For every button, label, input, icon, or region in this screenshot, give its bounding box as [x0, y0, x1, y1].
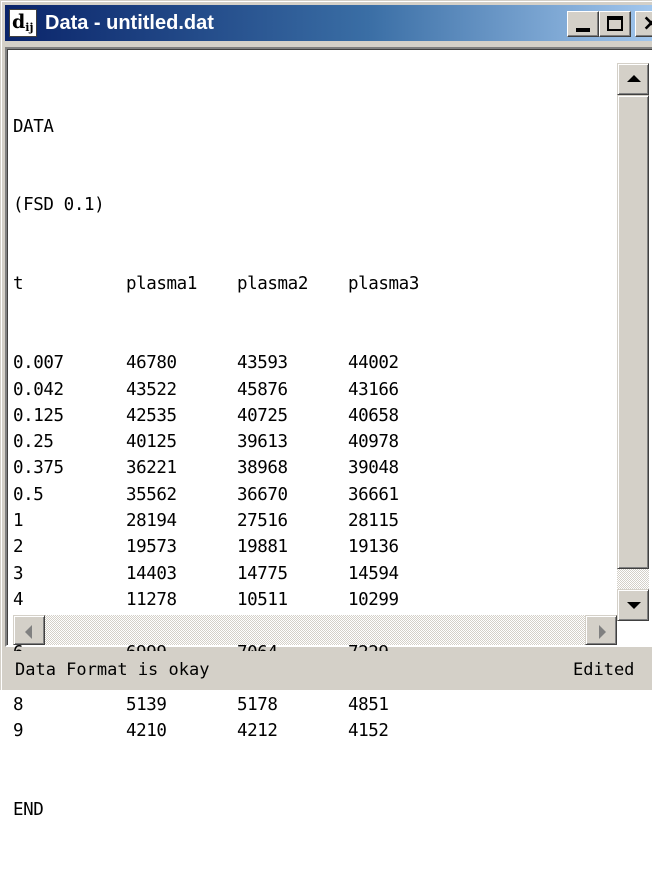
data-text-area[interactable]: DATA (FSD 0.1) t plasma1 plasma2 plasma3…: [5, 47, 652, 821]
maximize-button[interactable]: [599, 11, 631, 37]
status-bar: Data Format is okay Edited: [5, 651, 652, 689]
data-cell: 0.007: [13, 353, 64, 374]
data-cell: 0.375: [13, 458, 64, 479]
data-cell: 38968: [237, 458, 288, 479]
footer-line-end: END: [13, 800, 44, 821]
maximize-icon: [607, 16, 623, 31]
data-cell: 4152: [348, 721, 389, 742]
data-cell: 40658: [348, 405, 399, 426]
column-header-row: t plasma1 plasma2 plasma3: [13, 271, 613, 297]
data-row: 0.25 40125 39613 40978: [13, 429, 613, 455]
data-cell: 40978: [348, 432, 399, 453]
data-cell: 40725: [237, 405, 288, 426]
data-cell: 8: [13, 695, 24, 716]
data-cell: 36670: [237, 484, 288, 505]
data-window: dij Data - untitled.dat × DATA (FSD 0.1)…: [0, 0, 652, 821]
data-cell: 4851: [348, 695, 389, 716]
data-cell: 11278: [126, 589, 177, 610]
data-cell: 2: [13, 537, 24, 558]
minimize-icon: [576, 28, 590, 32]
data-cell: 43593: [237, 353, 288, 374]
data-cell: 14594: [348, 563, 399, 584]
data-cell: 44002: [348, 353, 399, 374]
data-cell: 36661: [348, 484, 399, 505]
scroll-down-button[interactable]: [617, 589, 649, 621]
data-cell: 14775: [237, 563, 288, 584]
data-cell: 39613: [237, 432, 288, 453]
column-header: plasma1: [126, 274, 197, 295]
data-cell: 10299: [348, 589, 399, 610]
data-cell: 3: [13, 563, 24, 584]
scroll-up-button[interactable]: [617, 63, 649, 95]
data-cell: 35562: [126, 484, 177, 505]
data-cell: 0.25: [13, 432, 54, 453]
data-cell: 4210: [126, 721, 167, 742]
data-row: 0.007 46780 43593 44002: [13, 350, 613, 376]
data-cell: 45876: [237, 379, 288, 400]
data-row: 8 5139 5178 4851: [13, 692, 613, 718]
data-cell: 43166: [348, 379, 399, 400]
data-cell: 43522: [126, 379, 177, 400]
vertical-scroll-thumb[interactable]: [617, 95, 649, 569]
data-row: 0.5 35562 36670 36661: [13, 482, 613, 508]
data-row: 0.042 43522 45876 43166: [13, 377, 613, 403]
data-cell: 40125: [126, 432, 177, 453]
window-title: Data - untitled.dat: [45, 12, 214, 34]
title-bar[interactable]: dij Data - untitled.dat ×: [5, 5, 652, 41]
data-cell: 46780: [126, 353, 177, 374]
data-cell: 0.125: [13, 405, 64, 426]
data-cell: 14403: [126, 563, 177, 584]
data-cell: 4: [13, 589, 24, 610]
scroll-left-button[interactable]: [13, 615, 45, 645]
data-cell: 19136: [348, 537, 399, 558]
data-text[interactable]: DATA (FSD 0.1) t plasma1 plasma2 plasma3…: [13, 61, 613, 821]
data-cell: 42535: [126, 405, 177, 426]
data-cell: 28194: [126, 511, 177, 532]
data-cell: 19881: [237, 537, 288, 558]
data-row: 0.375 36221 38968 39048: [13, 455, 613, 481]
data-cell: 0.5: [13, 484, 44, 505]
data-cell: 4212: [237, 721, 278, 742]
data-cell: 28115: [348, 511, 399, 532]
data-row: 2 19573 19881 19136: [13, 534, 613, 560]
column-header: plasma3: [348, 274, 419, 295]
scroll-right-button[interactable]: [585, 615, 617, 645]
data-cell: 19573: [126, 537, 177, 558]
data-cell: 9: [13, 721, 24, 742]
app-icon-subscript: ij: [25, 21, 34, 34]
data-cell: 10511: [237, 589, 288, 610]
status-message: Data Format is okay: [15, 660, 210, 680]
data-cell: 0.042: [13, 379, 64, 400]
app-icon[interactable]: dij: [9, 9, 37, 37]
column-header: plasma2: [237, 274, 308, 295]
data-cell: 5139: [126, 695, 167, 716]
app-icon-letter: d: [12, 11, 26, 33]
data-cell: 27516: [237, 511, 288, 532]
data-row: 4 11278 10511 10299: [13, 587, 613, 613]
close-button[interactable]: ×: [635, 11, 652, 37]
horizontal-scrollbar[interactable]: [13, 615, 617, 645]
data-cell: 36221: [126, 458, 177, 479]
data-cell: 39048: [348, 458, 399, 479]
data-row: 9 4210 4212 4152: [13, 718, 613, 744]
minimize-button[interactable]: [567, 11, 599, 37]
data-row: 1 28194 27516 28115: [13, 508, 613, 534]
data-row: 3 14403 14775 14594: [13, 561, 613, 587]
arrow-up-icon: [627, 75, 641, 82]
arrow-right-icon: [599, 625, 606, 639]
header-line-data: DATA: [13, 116, 54, 137]
vertical-scrollbar[interactable]: [617, 63, 649, 621]
data-cell: 1: [13, 511, 24, 532]
arrow-down-icon: [627, 602, 641, 609]
arrow-left-icon: [25, 625, 32, 639]
status-edited: Edited: [573, 660, 635, 680]
header-line-fsd: (FSD 0.1): [13, 195, 105, 216]
column-header: t: [13, 274, 24, 295]
data-row: 0.125 42535 40725 40658: [13, 403, 613, 429]
data-cell: 5178: [237, 695, 278, 716]
close-icon: ×: [642, 11, 652, 36]
